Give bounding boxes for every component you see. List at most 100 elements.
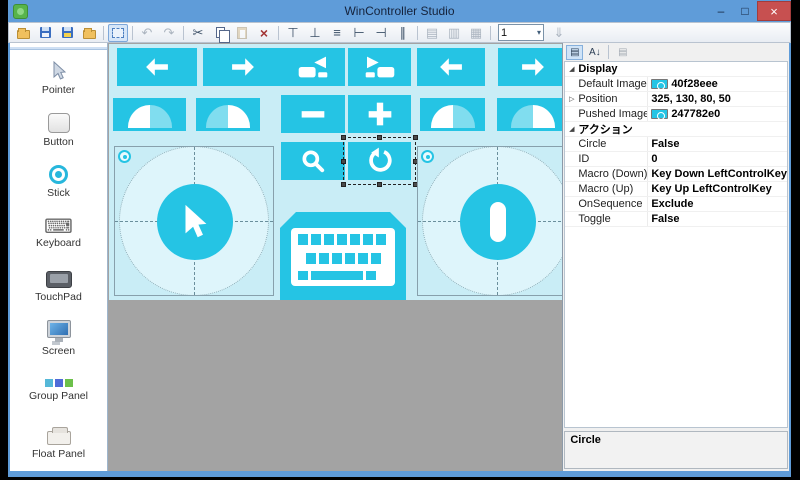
property-row-position[interactable]: ▷ Position 325, 130, 80, 50 (565, 92, 787, 107)
selection-handle[interactable] (341, 182, 346, 187)
right-arrow-button[interactable] (203, 48, 283, 86)
property-row-toggle[interactable]: Toggle False (565, 212, 787, 227)
stick-knob[interactable] (157, 184, 233, 260)
save-button[interactable] (35, 24, 55, 42)
property-row-macro-down[interactable]: Macro (Down) Key Down LeftControlKey (565, 167, 787, 182)
left-stick[interactable] (114, 146, 274, 296)
align-bottom-button[interactable]: ⊥ (305, 24, 325, 42)
right-arrow-button[interactable] (498, 48, 562, 86)
left-arrow-button[interactable] (117, 48, 197, 86)
copy-button[interactable] (210, 24, 230, 42)
capsule-icon (490, 202, 506, 242)
save-as-button[interactable] (57, 24, 77, 42)
tilt-right-icon (206, 105, 250, 128)
toolbox-item-button[interactable]: Button (10, 104, 107, 156)
tilt-left-button[interactable] (420, 98, 485, 131)
property-pages-icon[interactable]: ▤ (614, 45, 631, 60)
property-row-default-image[interactable]: Default Image 40f28eee (565, 77, 787, 92)
image-thumbnail (651, 109, 668, 119)
left-arrow-button[interactable] (417, 48, 485, 86)
align-top-button[interactable]: ⊤ (283, 24, 303, 42)
property-row-onsequence[interactable]: OnSequence Exclude (565, 197, 787, 212)
save-icon (40, 27, 51, 38)
layer-next-button[interactable] (348, 48, 411, 86)
property-grid[interactable]: ◢ Display Default Image 40f28eee ▷ Posit… (564, 61, 788, 428)
zoom-value: 1 (501, 27, 537, 39)
paste-icon (237, 27, 247, 39)
undo-button[interactable]: ↶ (137, 24, 157, 42)
property-row-pushed-image[interactable]: Pushed Image 247782e0 (565, 107, 787, 122)
tilt-right-button[interactable] (196, 98, 260, 131)
right-stick[interactable] (417, 146, 562, 296)
selection-marquee[interactable] (343, 137, 416, 185)
design-surface[interactable] (109, 44, 562, 300)
selection-handle[interactable] (413, 135, 418, 140)
float-panel-icon (47, 431, 71, 445)
tilt-left-button[interactable] (113, 98, 186, 131)
plus-button[interactable] (348, 95, 411, 133)
main-toolbar: ↶ ↷ ✂ × ⊤ ⊥ ≡ ⊢ ⊣ ∥ ▤ ▥ ▦ 1 ▾ ⇓ (8, 22, 791, 43)
selection-handle[interactable] (377, 135, 382, 140)
cut-button[interactable]: ✂ (188, 24, 208, 42)
anchor-button[interactable]: ⇓ (549, 24, 569, 42)
screen: WinController Studio – □ × ↶ ↷ ✂ × ⊤ ⊥ ≡… (0, 0, 800, 480)
open-button[interactable] (13, 24, 33, 42)
plus-icon (363, 97, 397, 131)
tilt-left-icon (128, 105, 172, 128)
property-group-display[interactable]: ◢ Display (565, 62, 787, 77)
keyboard-panel[interactable] (280, 212, 406, 300)
keyboard-icon: ⌨ (44, 220, 73, 234)
right-arrow-icon (511, 55, 555, 79)
property-row-id[interactable]: ID 0 (565, 152, 787, 167)
toolbox-item-pointer[interactable]: Pointer (10, 52, 107, 104)
folder-icon (83, 30, 96, 39)
layer-prev-button[interactable] (281, 48, 345, 86)
open-folder-icon (17, 30, 30, 39)
property-group-action[interactable]: ◢ アクション (565, 122, 787, 137)
align-middle-button[interactable]: ≡ (327, 24, 347, 42)
ungroup-button[interactable]: ▦ (466, 24, 486, 42)
select-tool-button[interactable] (108, 24, 128, 42)
zoom-button[interactable] (281, 142, 345, 180)
redo-button[interactable]: ↷ (159, 24, 179, 42)
toolbox-item-screen[interactable]: Screen (10, 313, 107, 365)
align-left-button[interactable]: ⊢ (349, 24, 369, 42)
design-canvas[interactable] (108, 43, 562, 471)
selection-handle[interactable] (341, 135, 346, 140)
property-row-macro-up[interactable]: Macro (Up) Key Up LeftControlKey (565, 182, 787, 197)
titlebar[interactable]: WinController Studio – □ × (8, 0, 791, 22)
minus-icon (296, 97, 330, 131)
selection-handle[interactable] (377, 182, 382, 187)
zoom-combobox[interactable]: 1 ▾ (498, 24, 544, 41)
property-row-circle[interactable]: Circle False (565, 137, 787, 152)
collapse-icon[interactable]: ◢ (565, 125, 578, 133)
delete-button[interactable]: × (254, 24, 274, 42)
tilt-left-icon (431, 105, 475, 128)
align-right-button[interactable]: ⊣ (371, 24, 391, 42)
left-arrow-icon (135, 55, 179, 79)
import-button[interactable] (79, 24, 99, 42)
stick-icon (49, 165, 68, 184)
same-size-button[interactable]: ▤ (422, 24, 442, 42)
toolbox-item-float-panel[interactable]: Float Panel (10, 417, 107, 469)
selection-handle[interactable] (341, 159, 346, 164)
expand-icon[interactable]: ▷ (565, 95, 578, 103)
minus-button[interactable] (281, 95, 345, 133)
tilt-right-button[interactable] (497, 98, 562, 131)
sort-az-icon[interactable]: A↓ (586, 45, 603, 60)
paste-button[interactable] (232, 24, 252, 42)
group-button[interactable]: ▥ (444, 24, 464, 42)
layer-prev-icon (297, 54, 329, 80)
collapse-icon[interactable]: ◢ (565, 65, 578, 73)
left-arrow-icon (429, 55, 473, 79)
align-center-button[interactable]: ∥ (393, 24, 413, 42)
stick-knob[interactable] (460, 184, 536, 260)
categorized-icon[interactable]: ▤ (566, 45, 583, 60)
window-border (8, 471, 791, 477)
copy-icon (216, 27, 225, 38)
toolbox-item-stick[interactable]: Stick (10, 156, 107, 208)
toolbox-item-keyboard[interactable]: ⌨ Keyboard (10, 208, 107, 260)
property-toolbar: ▤ A↓ ▤ (563, 43, 789, 61)
toolbox-item-touchpad[interactable]: TouchPad (10, 261, 107, 313)
toolbox-item-group-panel[interactable]: Group Panel (10, 365, 107, 417)
